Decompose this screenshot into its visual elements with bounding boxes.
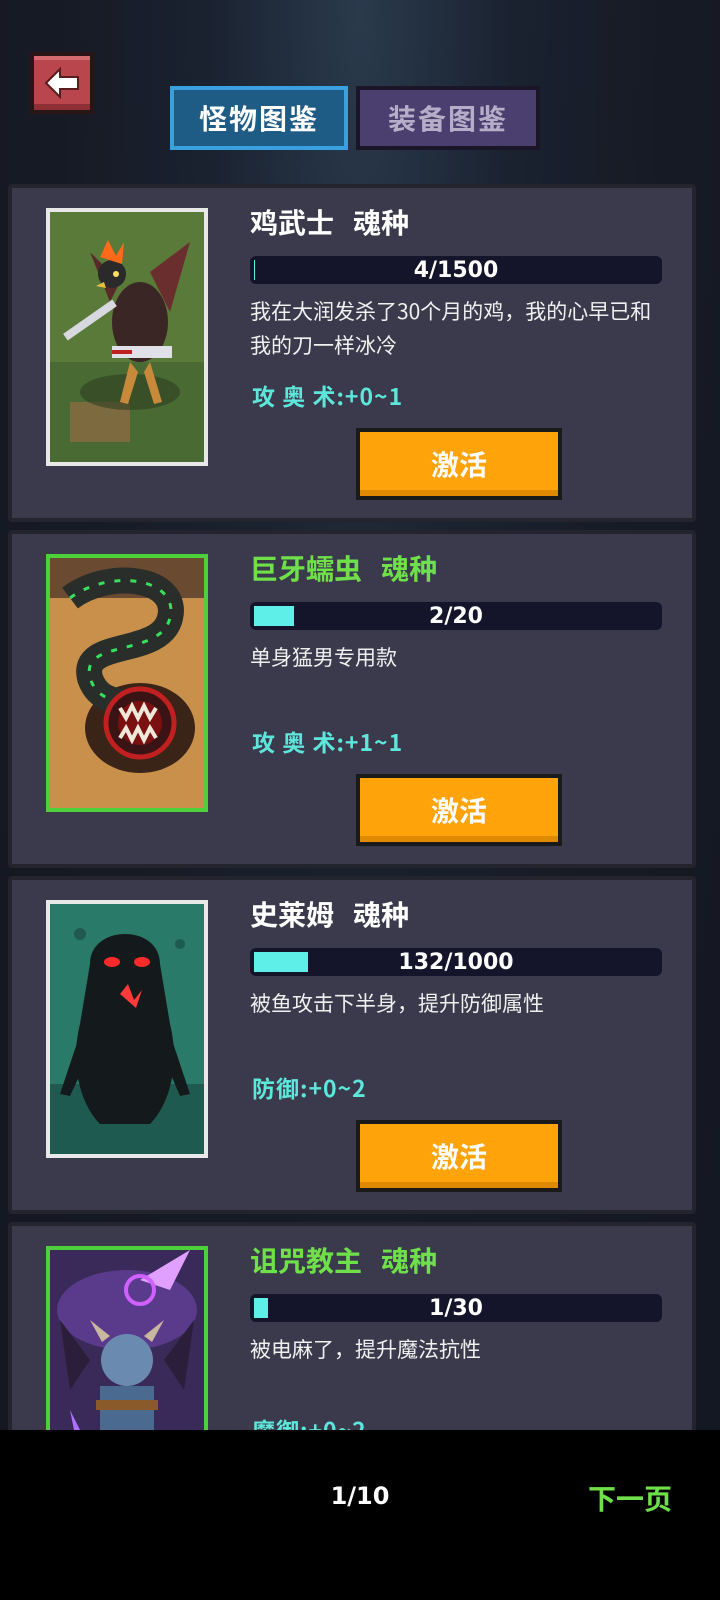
tab-bar: 怪物图鉴 装备图鉴 <box>170 86 540 150</box>
monster-stat: 防御:+0~2 <box>252 1070 367 1104</box>
arrow-left-icon <box>44 66 79 100</box>
progress-bar: 132/1000 <box>250 948 662 976</box>
monster-name: 史莱姆 魂种 <box>250 894 410 934</box>
progress-text: 2/20 <box>429 603 483 629</box>
progress-text: 132/1000 <box>398 949 514 975</box>
tab-equipment-codex[interactable]: 装备图鉴 <box>356 86 540 150</box>
monster-name: 巨牙蠕虫 魂种 <box>250 548 438 588</box>
monster-description: 被电麻了，提升魔法抗性 <box>250 1334 481 1364</box>
progress-text: 1/30 <box>429 1295 483 1321</box>
monster-portrait <box>46 1246 208 1430</box>
back-button[interactable] <box>30 52 94 114</box>
monster-portrait <box>46 554 208 812</box>
monster-stat: 攻 奥 术:+0~1 <box>252 378 404 412</box>
monster-list[interactable]: 鸡武士 魂种 4/1500 我在大润发杀了30个月的鸡，我的心早已和我的刀一样冰… <box>8 184 712 1430</box>
monster-card: 史莱姆 魂种 132/1000 被鱼攻击下半身，提升防御属性 防御:+0~2 激… <box>8 876 696 1214</box>
progress-text: 4/1500 <box>413 257 499 283</box>
pagination-footer: 1/10 下一页 <box>0 1430 720 1600</box>
progress-bar: 2/20 <box>250 602 662 630</box>
tab-monster-codex[interactable]: 怪物图鉴 <box>170 86 348 150</box>
giant-tooth-worm-art <box>50 558 204 808</box>
monster-card: 巨牙蠕虫 魂种 2/20 单身猛男专用款 攻 奥 术:+1~1 激活 <box>8 530 696 868</box>
monster-name: 鸡武士 魂种 <box>250 202 410 242</box>
next-page-button[interactable]: 下一页 <box>588 1478 672 1518</box>
monster-description: 我在大润发杀了30个月的鸡，我的心早已和我的刀一样冰冷 <box>250 296 652 360</box>
monster-portrait <box>46 900 208 1158</box>
activate-button[interactable]: 激活 <box>356 774 562 846</box>
monster-card: 鸡武士 魂种 4/1500 我在大润发杀了30个月的鸡，我的心早已和我的刀一样冰… <box>8 184 696 522</box>
monster-portrait <box>46 208 208 466</box>
monster-description: 单身猛男专用款 <box>250 642 397 672</box>
activate-button[interactable]: 激活 <box>356 1120 562 1192</box>
monster-stat: 攻 奥 术:+1~1 <box>252 724 404 758</box>
curse-leader-art <box>50 1250 204 1430</box>
monster-stat: 魔御:+0~2 <box>252 1412 367 1430</box>
monster-description: 被鱼攻击下半身，提升防御属性 <box>250 988 544 1018</box>
activate-button[interactable]: 激活 <box>356 428 562 500</box>
monster-card: 诅咒教主 魂种 1/30 被电麻了，提升魔法抗性 魔御:+0~2 激活 <box>8 1222 696 1430</box>
rooster-warrior-art <box>50 212 204 462</box>
progress-bar: 4/1500 <box>250 256 662 284</box>
slime-art <box>50 904 204 1154</box>
progress-bar: 1/30 <box>250 1294 662 1322</box>
monster-name: 诅咒教主 魂种 <box>250 1240 438 1280</box>
